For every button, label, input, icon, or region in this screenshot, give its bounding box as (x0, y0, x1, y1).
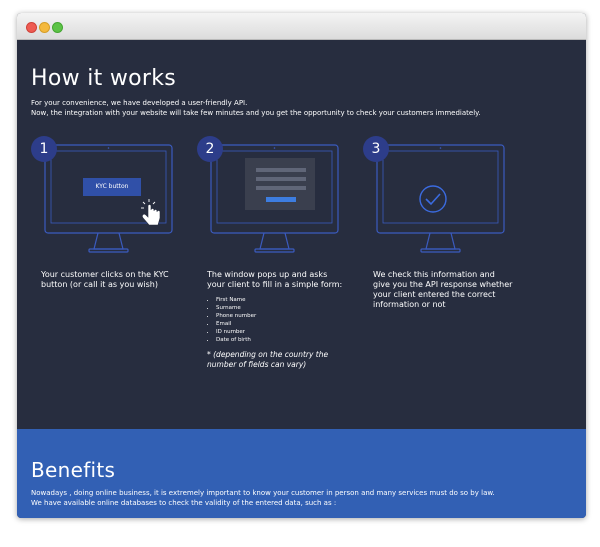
how-it-works-intro: For your convenience, we have developed … (31, 98, 481, 118)
benefits-heading: Benefits (31, 458, 116, 482)
how-it-works-heading: How it works (31, 66, 177, 91)
step-2: 2 (197, 136, 349, 271)
list-item: First Name (216, 296, 256, 304)
intro-line-1: For your convenience, we have developed … (31, 99, 248, 107)
kyc-button[interactable]: KYC button (83, 178, 141, 196)
popup-form-graphic (245, 158, 315, 210)
form-fields-list: First Name Surname Phone number Email ID… (207, 296, 256, 344)
close-window-button[interactable] (26, 22, 37, 33)
step-3: 3 (363, 136, 515, 271)
step-1: 1 KYC button (31, 136, 183, 271)
list-item: Date of birth (216, 336, 256, 344)
list-item: Phone number (216, 312, 256, 320)
list-item: ID number (216, 328, 256, 336)
maximize-window-button[interactable] (52, 22, 63, 33)
intro-line-2: Now, the integration with your website w… (31, 109, 481, 117)
benefits-text: Nowadays , doing online business, it is … (31, 488, 495, 508)
step-2-caption: The window pops up and asks your client … (207, 270, 343, 289)
step-number-badge: 3 (363, 136, 389, 162)
list-item: Email (216, 320, 256, 328)
fields-note: * (depending on the country the number o… (207, 350, 329, 369)
list-item: Surname (216, 304, 256, 312)
benefits-line-2: We have available online databases to ch… (31, 499, 337, 507)
step-number-badge: 2 (197, 136, 223, 162)
step-3-caption: We check this information and give you t… (373, 270, 513, 309)
step-number-badge: 1 (31, 136, 57, 162)
minimize-window-button[interactable] (39, 22, 50, 33)
check-circle-icon (419, 185, 447, 213)
benefits-section: Benefits Nowadays , doing online busines… (17, 429, 586, 518)
benefits-line-1: Nowadays , doing online business, it is … (31, 489, 495, 497)
step-1-caption: Your customer clicks on the KYC button (… (41, 270, 169, 289)
browser-window: How it works For your convenience, we ha… (17, 13, 586, 518)
title-bar (17, 13, 586, 40)
